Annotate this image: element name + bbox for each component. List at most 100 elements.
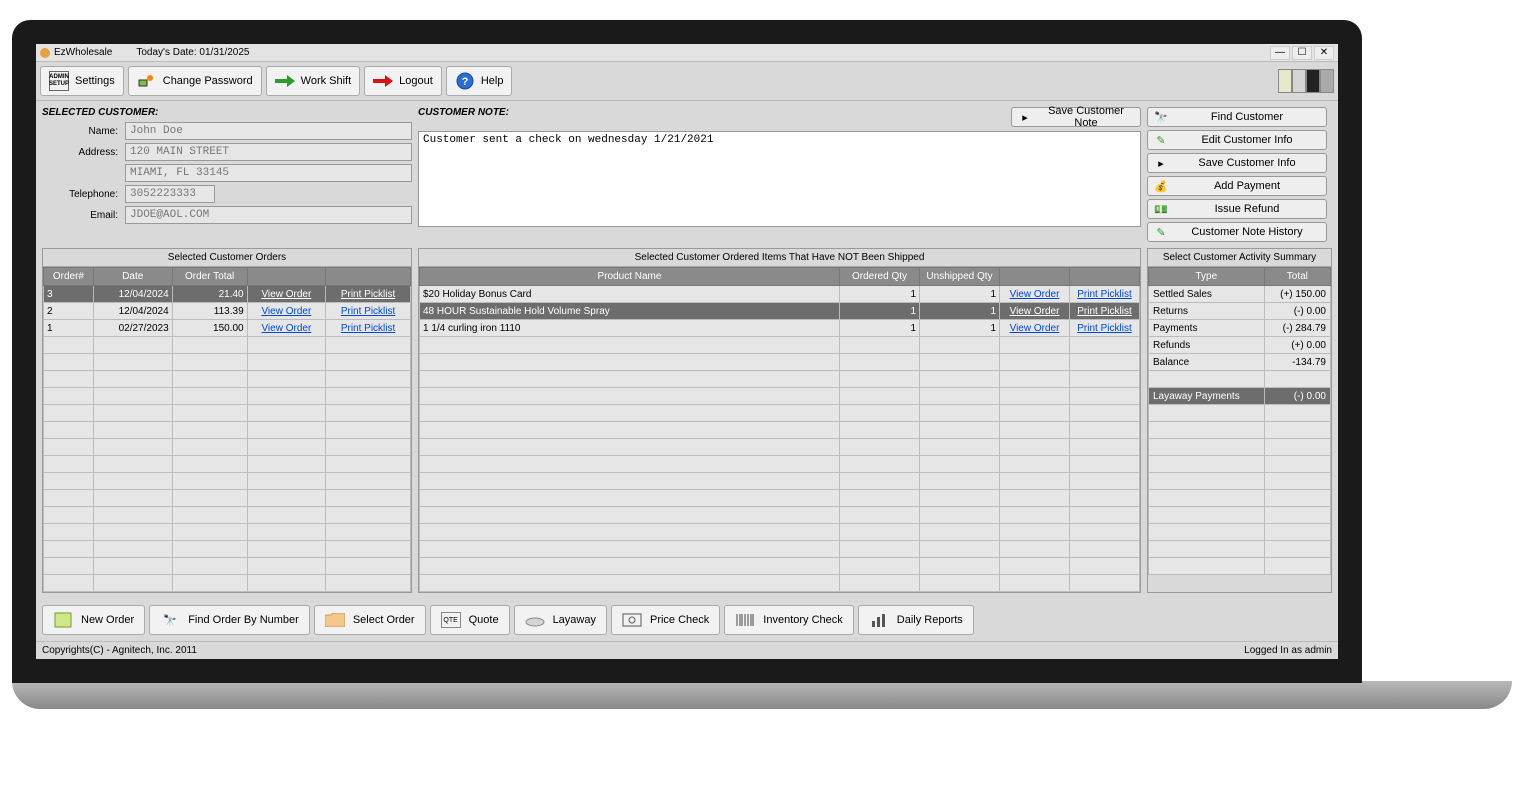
column-header[interactable] xyxy=(247,268,325,286)
select-order-button[interactable]: Select Order xyxy=(314,605,426,635)
work-shift-button[interactable]: Work Shift xyxy=(266,66,361,96)
find-order-button[interactable]: 🔭 Find Order By Number xyxy=(149,605,310,635)
table-row xyxy=(44,354,411,371)
table-row[interactable]: 102/27/2023150.00View OrderPrint Picklis… xyxy=(44,320,411,337)
summary-row xyxy=(1149,490,1331,507)
view-order-link[interactable]: View Order xyxy=(1000,286,1070,303)
table-row[interactable]: 48 HOUR Sustainable Hold Volume Spray11V… xyxy=(420,303,1140,320)
arrow-right-green-icon xyxy=(275,71,295,91)
table-row xyxy=(420,456,1140,473)
quote-button[interactable]: QTE Quote xyxy=(430,605,510,635)
arrow-right-red-icon xyxy=(373,71,393,91)
summary-panel: Select Customer Activity Summary TypeTot… xyxy=(1147,248,1332,593)
table-row xyxy=(44,439,411,456)
table-row xyxy=(420,473,1140,490)
table-row[interactable]: $20 Holiday Bonus Card11View OrderPrint … xyxy=(420,286,1140,303)
table-row xyxy=(420,388,1140,405)
theme-color-2[interactable] xyxy=(1292,69,1306,93)
new-order-button[interactable]: New Order xyxy=(42,605,145,635)
table-row xyxy=(44,422,411,439)
column-header[interactable] xyxy=(1000,268,1070,286)
view-order-link[interactable]: View Order xyxy=(1000,320,1070,337)
table-row xyxy=(44,524,411,541)
view-order-link[interactable]: View Order xyxy=(247,286,325,303)
save-customer-button[interactable]: ▸ Save Customer Info xyxy=(1147,153,1327,173)
orders-grid[interactable]: Order#DateOrder Total 312/04/202421.40Vi… xyxy=(43,267,411,592)
table-row xyxy=(420,507,1140,524)
password-icon xyxy=(137,71,157,91)
column-header[interactable]: Order Total xyxy=(172,268,247,286)
telephone-field[interactable] xyxy=(125,185,215,203)
column-header[interactable]: Product Name xyxy=(420,268,840,286)
print-picklist-link[interactable]: Print Picklist xyxy=(1070,320,1140,337)
column-header[interactable]: Order# xyxy=(44,268,94,286)
address1-field[interactable] xyxy=(125,143,412,161)
telephone-label: Telephone: xyxy=(42,189,122,200)
print-picklist-link[interactable]: Print Picklist xyxy=(326,320,411,337)
table-row[interactable]: 1 1/4 curling iron 111011View OrderPrint… xyxy=(420,320,1140,337)
note-history-button[interactable]: ✎ Customer Note History xyxy=(1147,222,1327,242)
minimize-button[interactable]: — xyxy=(1270,46,1290,60)
maximize-button[interactable]: ☐ xyxy=(1292,46,1312,60)
price-check-button[interactable]: Price Check xyxy=(611,605,720,635)
address-label: Address: xyxy=(42,147,122,158)
summary-row xyxy=(1149,456,1331,473)
close-button[interactable]: ✕ xyxy=(1314,46,1334,60)
folder-icon xyxy=(325,612,345,628)
column-header[interactable] xyxy=(326,268,411,286)
bar-chart-icon xyxy=(869,612,889,628)
help-button[interactable]: ? Help xyxy=(446,66,513,96)
theme-color-4[interactable] xyxy=(1320,69,1334,93)
column-header: Type xyxy=(1149,268,1265,286)
summary-row xyxy=(1149,541,1331,558)
view-order-link[interactable]: View Order xyxy=(247,320,325,337)
inventory-check-button[interactable]: Inventory Check xyxy=(724,605,853,635)
column-header[interactable]: Date xyxy=(93,268,172,286)
table-row[interactable]: 212/04/2024113.39View OrderPrint Picklis… xyxy=(44,303,411,320)
name-field[interactable] xyxy=(125,122,412,140)
theme-color-3[interactable] xyxy=(1306,69,1320,93)
customer-note-textarea[interactable]: Customer sent a check on wednesday 1/21/… xyxy=(418,131,1141,227)
column-header[interactable] xyxy=(1070,268,1140,286)
daily-reports-button[interactable]: Daily Reports xyxy=(858,605,974,635)
column-header[interactable]: Ordered Qty xyxy=(840,268,920,286)
find-customer-button[interactable]: 🔭 Find Customer xyxy=(1147,107,1327,127)
save-customer-note-button[interactable]: ▸ Save Customer Note xyxy=(1011,107,1141,127)
print-picklist-link[interactable]: Print Picklist xyxy=(326,303,411,320)
layaway-button[interactable]: Layaway xyxy=(514,605,607,635)
app-icon xyxy=(40,48,50,58)
logout-button[interactable]: Logout xyxy=(364,66,442,96)
add-payment-button[interactable]: 💰 Add Payment xyxy=(1147,176,1327,196)
unshipped-panel-title: Selected Customer Ordered Items That Hav… xyxy=(419,249,1140,267)
settings-button[interactable]: ADMINSETUP Settings xyxy=(40,66,124,96)
summary-panel-title: Select Customer Activity Summary xyxy=(1148,249,1331,267)
top-toolbar: ADMINSETUP Settings Change Password Work… xyxy=(36,62,1338,101)
view-order-link[interactable]: View Order xyxy=(247,303,325,320)
column-header[interactable]: Unshipped Qty xyxy=(920,268,1000,286)
table-row xyxy=(420,541,1140,558)
barcode-icon xyxy=(735,612,755,628)
theme-color-1[interactable] xyxy=(1278,69,1292,93)
print-picklist-link[interactable]: Print Picklist xyxy=(1070,303,1140,320)
address2-field[interactable] xyxy=(125,164,412,182)
change-password-button[interactable]: Change Password xyxy=(128,66,262,96)
summary-row: Balance-134.79 xyxy=(1149,354,1331,371)
edit-customer-button[interactable]: ✎ Edit Customer Info xyxy=(1147,130,1327,150)
print-picklist-link[interactable]: Print Picklist xyxy=(1070,286,1140,303)
view-order-link[interactable]: View Order xyxy=(1000,303,1070,320)
save-note-label: Save Customer Note xyxy=(1038,105,1134,129)
table-row[interactable]: 312/04/202421.40View OrderPrint Picklist xyxy=(44,286,411,303)
statusbar: Copyrights(C) - Agnitech, Inc. 2011 Logg… xyxy=(36,641,1338,659)
email-field[interactable] xyxy=(125,206,412,224)
unshipped-grid[interactable]: Product NameOrdered QtyUnshipped Qty $20… xyxy=(419,267,1140,592)
table-row xyxy=(420,337,1140,354)
binoculars-icon: 🔭 xyxy=(160,612,180,628)
issue-refund-button[interactable]: 💵 Issue Refund xyxy=(1147,199,1327,219)
refund-icon: 💵 xyxy=(1154,202,1168,216)
print-picklist-link[interactable]: Print Picklist xyxy=(326,286,411,303)
table-row xyxy=(44,371,411,388)
date-label: Today's Date: 01/31/2025 xyxy=(136,47,249,58)
copyright-text: Copyrights(C) - Agnitech, Inc. 2011 xyxy=(42,645,197,656)
theme-color-picker[interactable] xyxy=(1278,69,1334,93)
table-row xyxy=(44,405,411,422)
